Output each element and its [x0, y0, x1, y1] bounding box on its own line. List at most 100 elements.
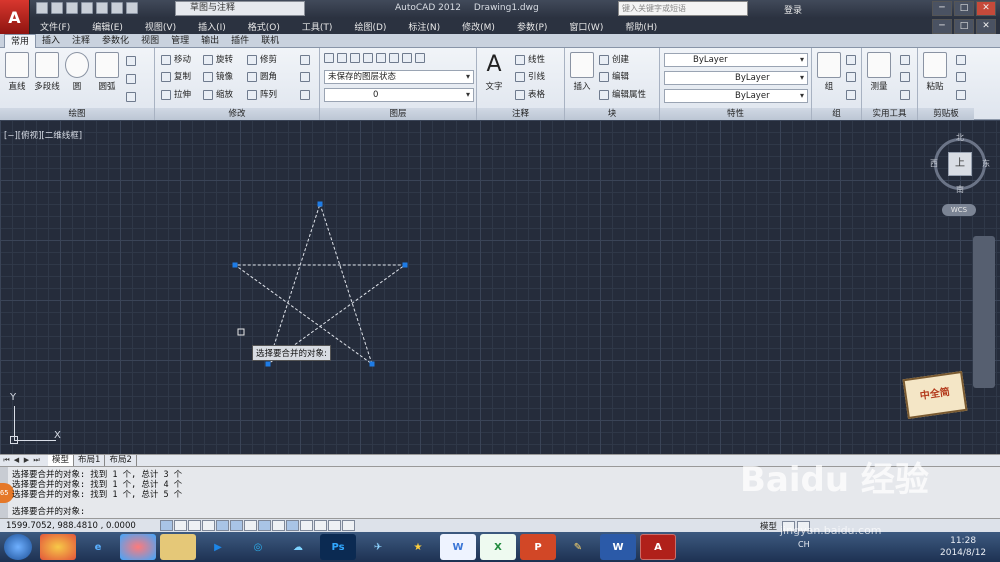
menu-format[interactable]: 格式(O) [248, 20, 280, 33]
last-layout-icon[interactable]: ⏭ [32, 456, 41, 465]
match-properties-tool[interactable] [956, 88, 969, 102]
input-language[interactable]: CH [798, 540, 810, 549]
stretch-tool[interactable]: 拉伸 [161, 88, 191, 102]
explode-tool[interactable] [300, 70, 313, 84]
undo-icon[interactable] [111, 2, 123, 14]
menu-tools[interactable]: 工具(T) [302, 20, 333, 33]
ie-icon[interactable]: e [80, 534, 116, 560]
star-outline[interactable] [233, 203, 407, 366]
workspace-select[interactable]: 草图与注释 [175, 1, 305, 16]
tab-model[interactable]: 模型 [48, 455, 75, 466]
layer-previous-icon[interactable] [402, 53, 412, 63]
layer-freeze-icon[interactable] [337, 53, 347, 63]
line-tool[interactable]: 直线 [2, 52, 32, 92]
edit-attributes-tool[interactable]: 编辑属性 [599, 88, 646, 102]
layer-match-icon[interactable] [389, 53, 399, 63]
menu-modify[interactable]: 修改(M) [462, 20, 495, 33]
scale-tool[interactable]: 缩放 [203, 88, 233, 102]
close-button[interactable]: ✕ [976, 1, 996, 16]
array-tool[interactable]: 阵列 [247, 88, 277, 102]
cut-tool[interactable] [956, 53, 969, 67]
grip-right[interactable] [402, 262, 408, 268]
text-tool[interactable]: A 文字 [479, 52, 509, 92]
application-menu-button[interactable]: A [0, 0, 30, 34]
menu-draw[interactable]: 绘图(D) [354, 20, 386, 33]
tab-parametric[interactable]: 参数化 [96, 34, 135, 48]
redo-icon[interactable] [126, 2, 138, 14]
viewcube[interactable]: 上 北 南 东 西 [930, 133, 990, 194]
otrack-toggle[interactable] [258, 520, 271, 531]
fillet-tool[interactable]: 圆角 [247, 70, 277, 84]
menu-parametric[interactable]: 参数(P) [517, 20, 547, 33]
print-icon[interactable] [96, 2, 108, 14]
polyline-tool[interactable]: 多段线 [32, 52, 62, 92]
grid-toggle[interactable] [188, 520, 201, 531]
photo-viewer-icon[interactable] [120, 534, 156, 560]
groups-panel-title[interactable]: 组 [812, 108, 861, 120]
erase-tool[interactable] [300, 53, 313, 67]
move-tool[interactable]: 移动 [161, 53, 191, 67]
wps-icon[interactable]: W [600, 534, 636, 560]
group-select-tool[interactable] [846, 88, 859, 102]
3d-osnap-toggle[interactable] [244, 520, 257, 531]
prev-layout-icon[interactable]: ◀ [12, 456, 21, 465]
block-panel-title[interactable]: 块 [565, 108, 659, 120]
copy-tool[interactable]: 复制 [161, 70, 191, 84]
tab-manage[interactable]: 管理 [165, 34, 195, 48]
navigation-bar[interactable] [973, 236, 995, 388]
doc-restore-button[interactable]: □ [954, 19, 974, 34]
hatch-tool[interactable] [126, 90, 139, 104]
tab-layout2[interactable]: 布局2 [105, 455, 137, 466]
layer-state-select[interactable]: 未保存的图层状态 [324, 70, 474, 84]
paste-tool[interactable]: 粘贴 [920, 52, 950, 92]
quick-select-tool[interactable] [900, 53, 913, 67]
dyn-toggle[interactable] [286, 520, 299, 531]
linear-dimension-tool[interactable]: 线性 [515, 53, 545, 67]
save-icon[interactable] [66, 2, 78, 14]
next-layout-icon[interactable]: ▶ [22, 456, 31, 465]
menu-view[interactable]: 视图(V) [145, 20, 176, 33]
tab-layout1[interactable]: 布局1 [74, 455, 106, 466]
edit-block-tool[interactable]: 编辑 [599, 70, 629, 84]
layer-lock-icon[interactable] [376, 53, 386, 63]
paint-icon[interactable]: ✎ [560, 534, 596, 560]
model-space-label[interactable]: 模型 [760, 520, 777, 532]
ungroup-tool[interactable] [846, 53, 859, 67]
messenger-icon[interactable]: ✈ [360, 534, 396, 560]
copy-clip-tool[interactable] [956, 70, 969, 84]
doc-minimize-button[interactable]: ─ [932, 19, 952, 34]
word-icon[interactable]: W [440, 534, 476, 560]
offset-tool[interactable] [300, 88, 313, 102]
id-point-tool[interactable] [900, 70, 913, 84]
powerpoint-icon[interactable]: P [520, 534, 556, 560]
create-block-tool[interactable]: 创建 [599, 53, 629, 67]
tab-home[interactable]: 常用 [4, 34, 37, 48]
color-select[interactable]: ByLayer [664, 53, 808, 67]
menu-window[interactable]: 窗口(W) [569, 20, 603, 33]
calculator-tool[interactable] [900, 88, 913, 102]
app-launcher-icon[interactable] [40, 534, 76, 560]
grip-bottom-left[interactable] [265, 361, 271, 367]
annotation-panel-title[interactable]: 注释 [477, 108, 564, 120]
layer-off-icon[interactable] [350, 53, 360, 63]
layers-panel-title[interactable]: 图层 [320, 108, 476, 120]
menu-help[interactable]: 帮助(H) [625, 20, 657, 33]
trim-tool[interactable]: 修剪 [247, 53, 277, 67]
system-clock[interactable]: 11:28 2014/8/12 [940, 535, 986, 559]
viewcube-top-face[interactable]: 上 [948, 152, 972, 176]
excel-icon[interactable]: X [480, 534, 516, 560]
menu-file[interactable]: 文件(F) [40, 20, 70, 33]
linetype-select[interactable]: ByLayer [664, 89, 808, 103]
grip-top[interactable] [317, 201, 323, 207]
media-player-icon[interactable]: ▶ [200, 534, 236, 560]
leader-tool[interactable]: 引线 [515, 70, 545, 84]
layer-select[interactable]: 0 [324, 88, 474, 102]
game-icon[interactable]: ★ [400, 534, 436, 560]
doc-close-button[interactable]: ✕ [976, 19, 996, 34]
rotate-tool[interactable]: 旋转 [203, 53, 233, 67]
wcs-menu[interactable]: WCS [942, 204, 976, 216]
system-tray[interactable]: CH [798, 540, 810, 549]
arc-tool[interactable]: 圆弧 [92, 52, 122, 92]
tab-view[interactable]: 视图 [135, 34, 165, 48]
snap-toggle[interactable] [174, 520, 187, 531]
